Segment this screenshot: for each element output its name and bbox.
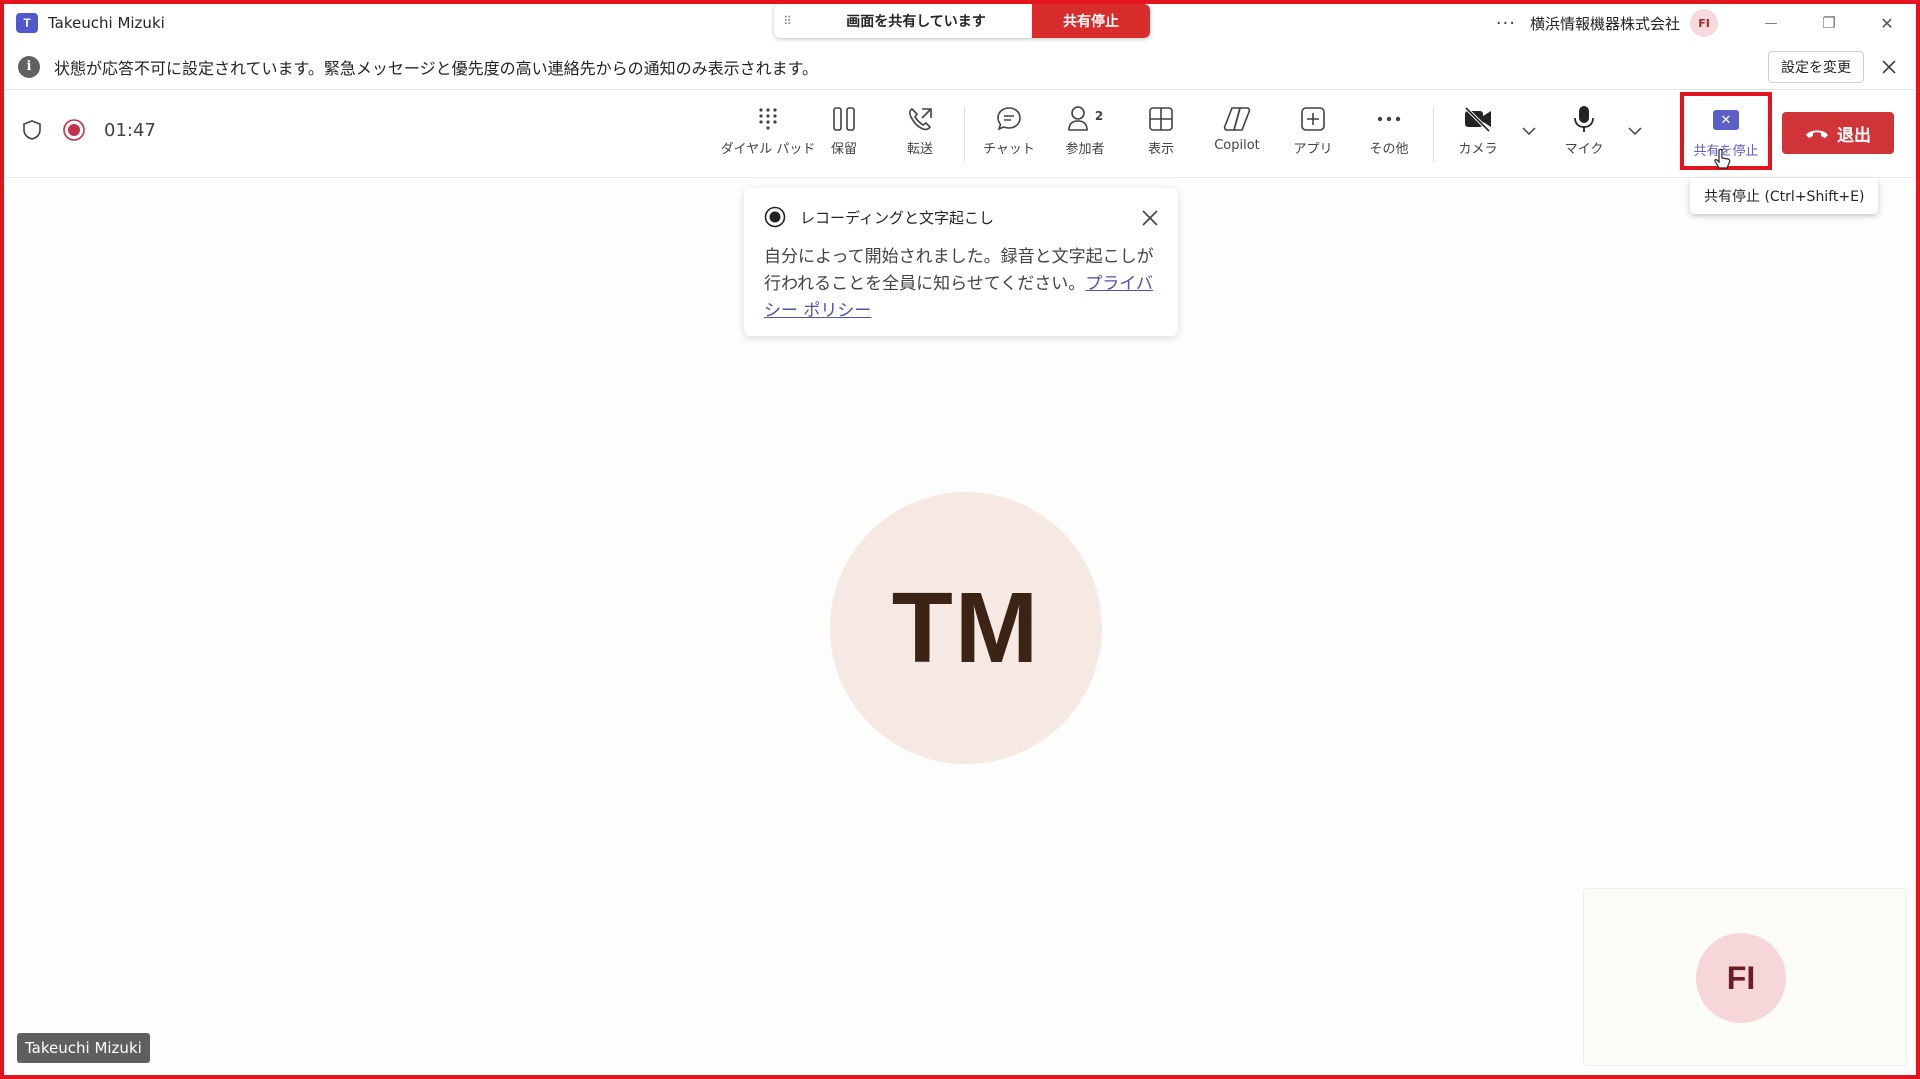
account-avatar[interactable]: FI xyxy=(1690,9,1718,37)
leave-call-button[interactable]: 退出 xyxy=(1782,112,1894,154)
close-notice-icon[interactable] xyxy=(1138,206,1162,230)
participants-label: 参加者 xyxy=(1065,142,1105,157)
phone-forward-icon xyxy=(905,104,935,134)
organization-name[interactable]: 横浜情報機器株式会社 xyxy=(1530,13,1680,34)
recording-notice-title: レコーディングと文字起こし xyxy=(800,208,994,227)
apps-button[interactable]: アプリ xyxy=(1275,104,1351,164)
call-timer: 01:47 xyxy=(104,119,156,141)
hang-up-icon xyxy=(1806,130,1828,138)
teams-logo-icon: T xyxy=(16,13,38,33)
change-settings-button[interactable]: 設定を変更 xyxy=(1768,51,1864,83)
add-app-icon xyxy=(1298,104,1328,134)
sharing-status-text: 画面を共有しています xyxy=(846,14,986,30)
toolbar-divider xyxy=(964,106,965,162)
more-label: その他 xyxy=(1369,142,1409,157)
dialpad-button[interactable]: ダイヤル パッド xyxy=(721,104,815,164)
copilot-label: Copilot xyxy=(1214,138,1260,153)
close-window-button[interactable]: ✕ xyxy=(1858,4,1916,42)
chat-icon xyxy=(994,104,1024,134)
recording-notice-body: 自分によって開始されました。録音と文字起こしが行われることを全員に知らせてくださ… xyxy=(764,244,1162,325)
transfer-button[interactable]: 転送 xyxy=(882,104,958,164)
participant-avatar: TM xyxy=(830,492,1102,764)
shield-icon[interactable] xyxy=(20,118,44,142)
camera-off-icon xyxy=(1463,104,1493,134)
leave-label: 退出 xyxy=(1837,125,1871,146)
self-view-tile[interactable]: FI xyxy=(1583,888,1907,1066)
hold-label: 保留 xyxy=(830,142,857,157)
stop-share-icon: ✕ xyxy=(1713,110,1739,130)
call-stage: レコーディングと文字起こし 自分によって開始されました。録音と文字起こしが行われ… xyxy=(4,180,1916,1075)
pause-icon xyxy=(829,104,859,134)
window-title: Takeuchi Mizuki xyxy=(48,14,165,32)
close-banner-icon[interactable] xyxy=(1874,52,1904,82)
dialpad-label: ダイヤル パッド xyxy=(720,142,816,157)
toolbar-divider xyxy=(1433,106,1434,162)
mic-icon xyxy=(1569,104,1599,134)
chat-label: チャット xyxy=(983,142,1035,157)
camera-label: カメラ xyxy=(1458,142,1498,157)
minimize-button[interactable]: — xyxy=(1742,4,1800,42)
transfer-label: 転送 xyxy=(906,142,933,157)
self-avatar: FI xyxy=(1696,933,1786,1023)
copilot-button[interactable]: Copilot xyxy=(1199,104,1275,164)
stop-share-tooltip: 共有停止 (Ctrl+Shift+E) xyxy=(1690,178,1879,214)
more-options-icon[interactable]: ··· xyxy=(1496,13,1516,34)
recording-notice-card: レコーディングと文字起こし 自分によって開始されました。録音と文字起こしが行われ… xyxy=(744,188,1178,336)
mic-options-chevron-down-icon[interactable] xyxy=(1622,104,1648,164)
sharing-control-bar: ⠿ 画面を共有しています 共有停止 xyxy=(774,4,1150,38)
camera-button[interactable]: カメラ xyxy=(1440,104,1516,164)
title-bar-right: ··· 横浜情報機器株式会社 FI — ❐ ✕ xyxy=(1496,4,1916,42)
participant-name-tag: Takeuchi Mizuki xyxy=(17,1033,150,1063)
chat-button[interactable]: チャット xyxy=(971,104,1047,164)
record-icon xyxy=(764,206,786,228)
dnd-notification-banner: i 状態が応答不可に設定されています。緊急メッセージと優先度の高い連絡先からの通… xyxy=(4,44,1916,90)
dialpad-icon xyxy=(753,104,783,134)
more-button[interactable]: その他 xyxy=(1351,104,1427,164)
participants-button[interactable]: 2 参加者 xyxy=(1047,104,1123,164)
grid-icon xyxy=(1146,104,1176,134)
more-icon xyxy=(1374,104,1404,134)
mic-button[interactable]: マイク xyxy=(1546,104,1622,164)
view-label: 表示 xyxy=(1147,142,1174,157)
recording-indicator-icon xyxy=(63,119,85,141)
hold-button[interactable]: 保留 xyxy=(806,104,882,164)
view-button[interactable]: 表示 xyxy=(1123,104,1199,164)
apps-label: アプリ xyxy=(1293,142,1333,157)
mic-label: マイク xyxy=(1564,142,1604,157)
copilot-icon xyxy=(1222,104,1252,134)
restore-button[interactable]: ❐ xyxy=(1800,4,1858,42)
stop-sharing-pill-button[interactable]: 共有停止 xyxy=(1032,4,1150,38)
call-tools: ダイヤル パッド 保留 転送 チャット 2 参加者 表示 Copilot アプリ… xyxy=(721,104,1648,164)
people-icon: 2 xyxy=(1065,104,1105,134)
participant-count-badge: 2 xyxy=(1094,109,1104,123)
recording-notice-header: レコーディングと文字起こし xyxy=(764,206,994,228)
call-status: 01:47 xyxy=(20,118,156,142)
mouse-cursor-icon xyxy=(1714,148,1731,169)
drag-handle-icon[interactable]: ⠿ xyxy=(774,4,800,38)
info-icon: i xyxy=(18,55,40,78)
camera-options-chevron-down-icon[interactable] xyxy=(1516,104,1542,164)
call-toolbar: 01:47 ダイヤル パッド 保留 転送 チャット 2 参加者 表示 Copil… xyxy=(4,92,1916,178)
banner-message: 状態が応答不可に設定されています。緊急メッセージと優先度の高い連絡先からの通知の… xyxy=(54,58,819,78)
